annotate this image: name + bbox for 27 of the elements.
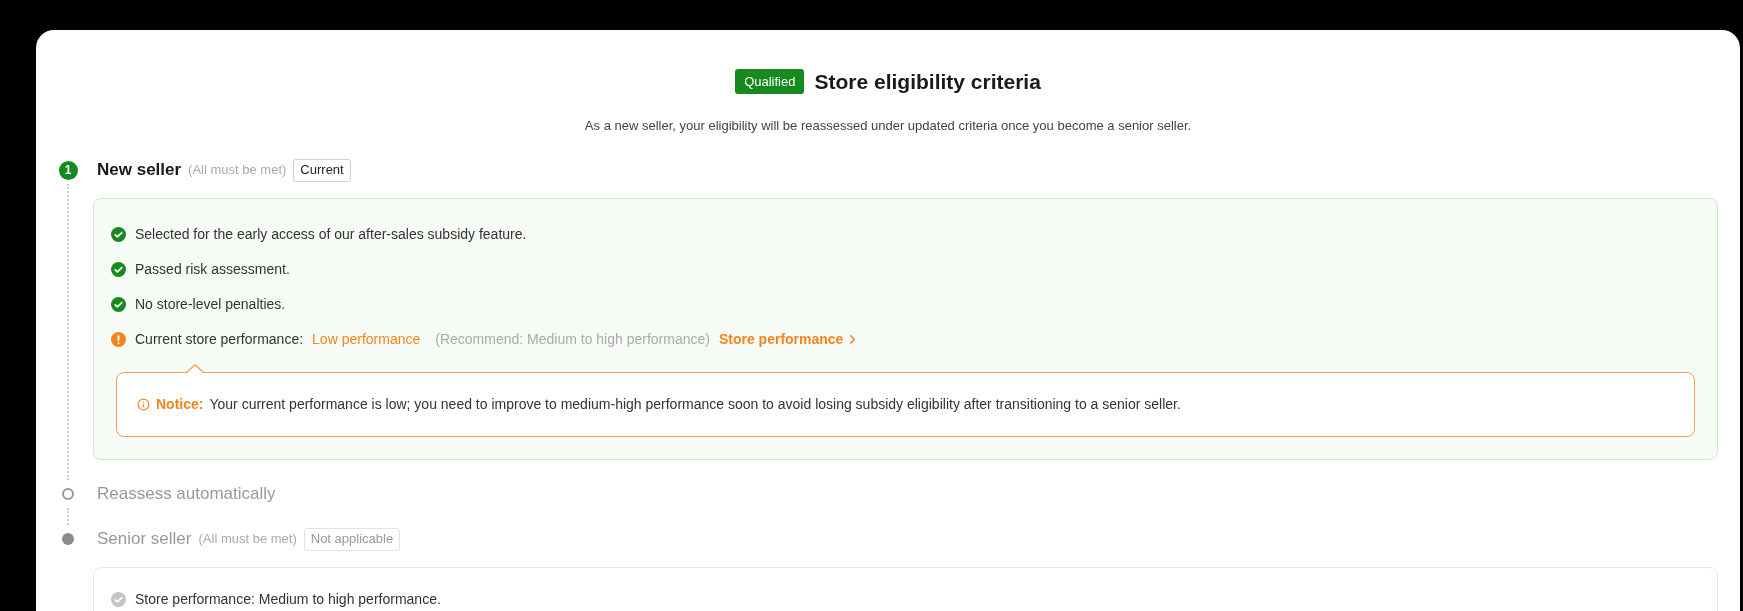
step-note: (All must be met) bbox=[198, 530, 297, 549]
warning-icon bbox=[111, 331, 126, 347]
step-number: 1 bbox=[58, 160, 78, 180]
notice-text: Your current performance is low; you need to improve to medium-high performance soon to avoid losing subsidy eligibility after transitioning to a senior seller. bbox=[209, 395, 1181, 414]
criterion-text: No store-level penalties. bbox=[135, 294, 286, 314]
criterion-text: Store performance: Medium to high performance. bbox=[135, 589, 441, 609]
criterion-text: Selected for the early access of our after-sales subsidy feature. bbox=[135, 224, 527, 244]
recommendation-hint: (Recommend: Medium to high performance) bbox=[435, 329, 710, 349]
notice-label: Notice: bbox=[156, 395, 204, 414]
step-status-tag: Not applicable bbox=[303, 527, 401, 551]
info-icon bbox=[137, 398, 150, 411]
qualified-badge: Qualified bbox=[735, 69, 805, 95]
card-title: Store eligibility criteria bbox=[814, 69, 1041, 95]
step-title: New seller bbox=[97, 159, 182, 182]
criterion-text: Current store performance: bbox=[135, 329, 304, 349]
step-note: (All must be met) bbox=[188, 161, 287, 180]
step-title: Senior seller bbox=[97, 528, 192, 551]
store-performance-link[interactable]: Store performance bbox=[718, 328, 861, 350]
criterion-text: Passed risk assessment. bbox=[135, 259, 290, 279]
card-subtitle: As a new seller, your eligibility will be reassessed under updated criteria once you become a senior seller. bbox=[584, 116, 1192, 135]
check-circle-icon bbox=[111, 296, 126, 312]
check-circle-icon bbox=[111, 226, 126, 242]
step-title: Reassess automatically bbox=[97, 483, 276, 506]
check-circle-icon bbox=[111, 261, 126, 277]
performance-value: Low performance bbox=[312, 329, 421, 349]
check-circle-icon bbox=[111, 591, 126, 607]
step-status-tag: Current bbox=[293, 158, 351, 182]
